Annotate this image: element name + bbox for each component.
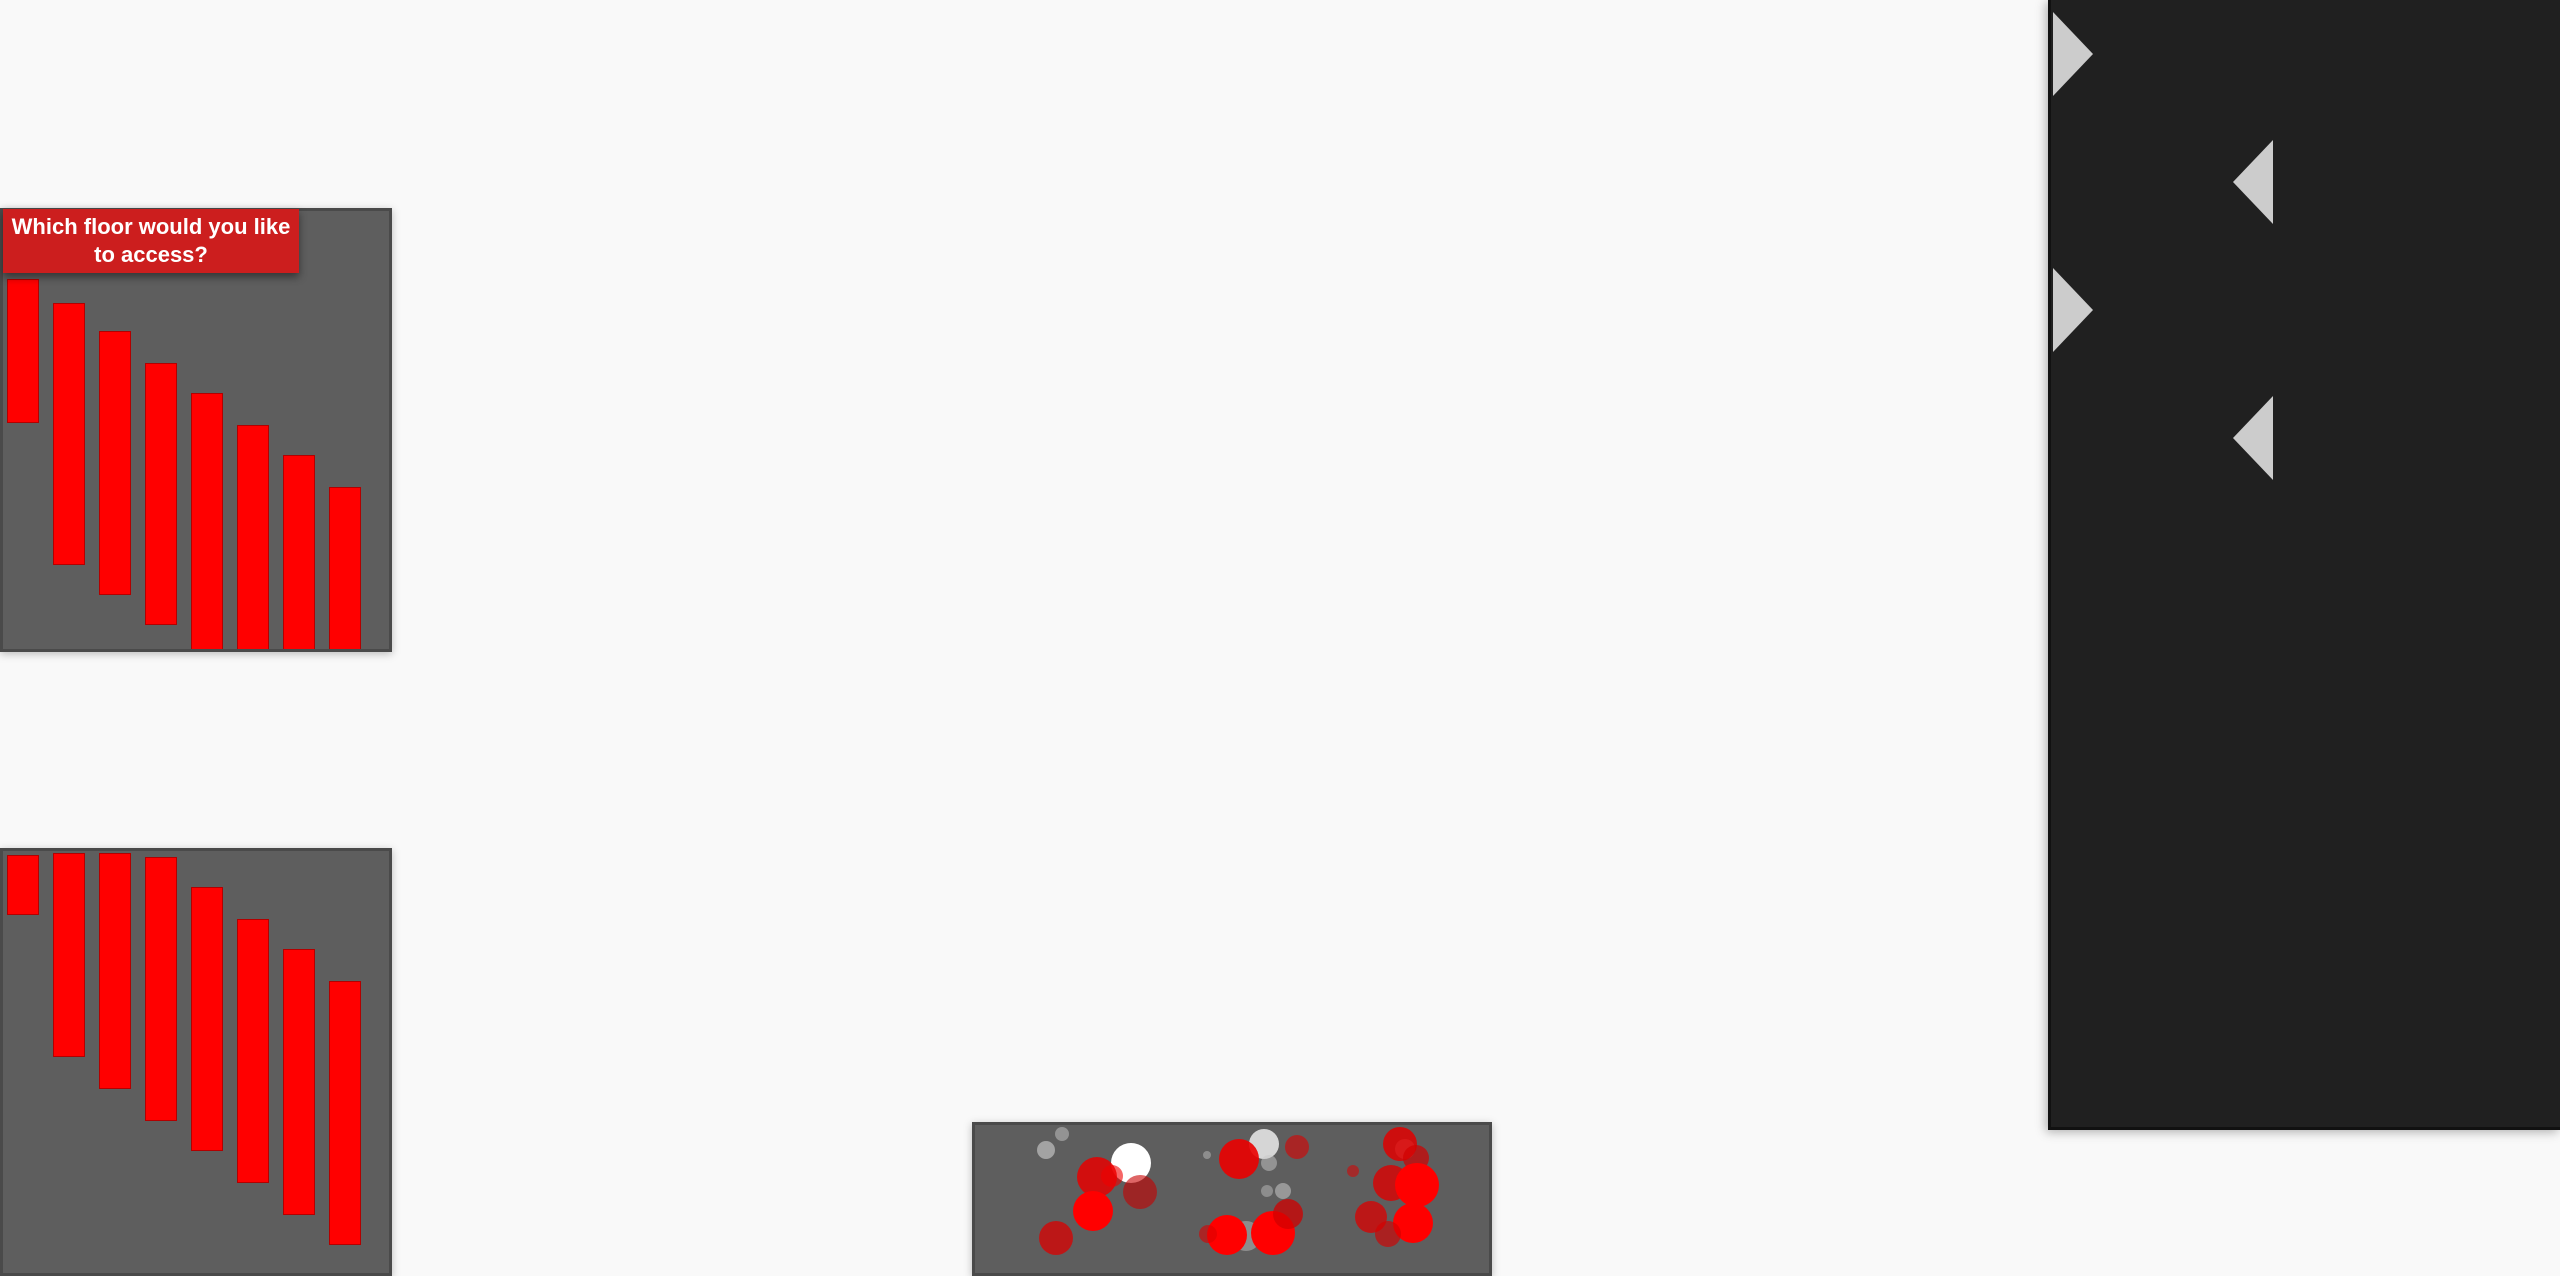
bubble: [1285, 1135, 1309, 1159]
triangle-left-icon[interactable]: [2233, 396, 2277, 480]
side-navigation-panel: [2048, 0, 2560, 1130]
bubble: [1347, 1165, 1359, 1177]
floor-bar[interactable]: [145, 857, 177, 1121]
bubble: [1055, 1127, 1069, 1141]
bubble: [1261, 1155, 1277, 1171]
bubble: [1073, 1191, 1113, 1231]
bubble: [1203, 1151, 1211, 1159]
floor-bar[interactable]: [237, 919, 269, 1183]
floor-bar[interactable]: [145, 363, 177, 625]
triangle-left-icon[interactable]: [2233, 140, 2277, 224]
triangle-right-icon[interactable]: [2053, 268, 2097, 352]
floor-bar[interactable]: [7, 279, 39, 423]
floor-bar[interactable]: [329, 981, 361, 1245]
app-stage: Which floor would you like to access?: [0, 0, 2560, 1276]
bubble: [1275, 1183, 1291, 1199]
floor-bar[interactable]: [99, 853, 131, 1089]
bubble-visualization-panel: [972, 1122, 1492, 1276]
floor-selector-panel-bottom[interactable]: [0, 848, 392, 1276]
bubble: [1375, 1221, 1401, 1247]
floor-prompt-banner: Which floor would you like to access?: [3, 209, 299, 273]
triangle-right-icon[interactable]: [2053, 12, 2097, 96]
floor-bar[interactable]: [283, 455, 315, 649]
floor-bar[interactable]: [237, 425, 269, 649]
bubble: [1199, 1225, 1217, 1243]
bubble: [1101, 1165, 1123, 1187]
floor-bar[interactable]: [283, 949, 315, 1215]
floor-bar[interactable]: [191, 887, 223, 1151]
floor-bar[interactable]: [53, 853, 85, 1057]
bubble: [1273, 1199, 1303, 1229]
floor-bar[interactable]: [99, 331, 131, 595]
floor-bar[interactable]: [53, 303, 85, 565]
bubble: [1037, 1141, 1055, 1159]
floor-bar[interactable]: [7, 855, 39, 915]
bubble: [1123, 1175, 1157, 1209]
bubble: [1395, 1163, 1439, 1207]
floor-bar[interactable]: [191, 393, 223, 649]
bubble: [1219, 1139, 1259, 1179]
floor-selector-panel-top[interactable]: [0, 208, 392, 652]
bubble: [1039, 1221, 1073, 1255]
floor-bar[interactable]: [329, 487, 361, 649]
bubble: [1261, 1185, 1273, 1197]
